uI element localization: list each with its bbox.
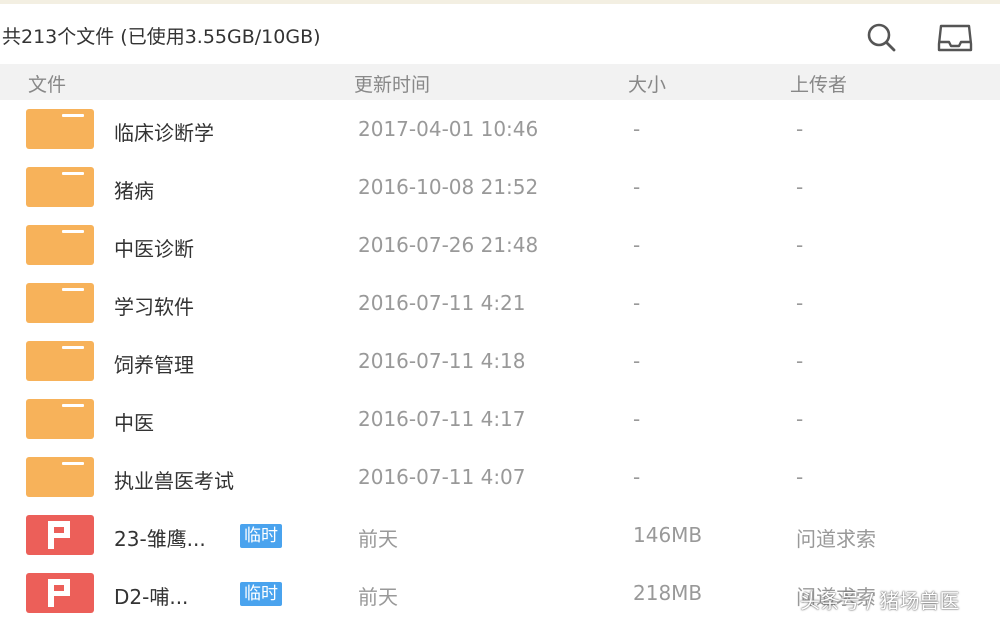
folder-icon: [26, 109, 94, 149]
file-size: -: [633, 291, 641, 315]
file-list-header: 共213个文件 (已使用3.55GB/10GB): [0, 4, 1000, 64]
file-row[interactable]: 执业兽医考试 2016-07-11 4:07 - -: [0, 448, 1000, 506]
file-uploader: -: [796, 291, 804, 315]
ppt-file-icon: [26, 573, 94, 613]
inbox-icon: [937, 24, 973, 52]
file-updated-time: 2016-07-11 4:17: [358, 407, 526, 431]
temporary-badge: 临时: [240, 582, 282, 606]
file-updated-time: 2016-07-11 4:21: [358, 291, 526, 315]
file-uploader: -: [796, 407, 804, 431]
column-header-row: 文件 更新时间 大小 上传者: [0, 64, 1000, 100]
file-name[interactable]: 23-雏鹰...: [114, 523, 206, 552]
file-name[interactable]: 饲养管理: [114, 349, 194, 378]
file-size: -: [633, 465, 641, 489]
file-updated-time: 2017-04-01 10:46: [358, 117, 539, 141]
file-size: -: [633, 117, 641, 141]
file-updated-time: 2016-10-08 21:52: [358, 175, 539, 199]
watermark: 头条号 / 猪场兽医: [800, 589, 960, 613]
file-row[interactable]: 中医 2016-07-11 4:17 - -: [0, 390, 1000, 448]
file-size: -: [633, 349, 641, 373]
search-icon: [867, 23, 896, 52]
file-uploader: -: [796, 175, 804, 199]
column-header-size[interactable]: 大小: [628, 70, 666, 97]
file-name[interactable]: 中医诊断: [114, 233, 194, 262]
file-row[interactable]: 临床诊断学 2017-04-01 10:46 - -: [0, 100, 1000, 158]
file-size: 218MB: [633, 581, 703, 605]
file-uploader: -: [796, 117, 804, 141]
file-row[interactable]: 饲养管理 2016-07-11 4:18 - -: [0, 332, 1000, 390]
file-name[interactable]: 猪病: [114, 175, 154, 204]
file-name[interactable]: 临床诊断学: [114, 117, 214, 146]
file-updated-time: 2016-07-11 4:18: [358, 349, 526, 373]
file-size: -: [633, 233, 641, 257]
file-uploader: -: [796, 349, 804, 373]
file-name[interactable]: 学习软件: [114, 291, 194, 320]
file-uploader: -: [796, 465, 804, 489]
file-name[interactable]: 执业兽医考试: [114, 465, 234, 494]
column-header-file[interactable]: 文件: [28, 70, 66, 97]
folder-icon: [26, 457, 94, 497]
folder-icon: [26, 341, 94, 381]
file-row[interactable]: 学习软件 2016-07-11 4:21 - -: [0, 274, 1000, 332]
folder-icon: [26, 399, 94, 439]
file-name[interactable]: 中医: [114, 407, 154, 436]
temporary-badge: 临时: [240, 524, 282, 548]
column-header-uploader[interactable]: 上传者: [790, 70, 847, 97]
file-name[interactable]: D2-哺...: [114, 581, 188, 610]
search-button[interactable]: [862, 18, 900, 56]
folder-icon: [26, 167, 94, 207]
column-header-updated[interactable]: 更新时间: [354, 70, 430, 97]
file-size: 146MB: [633, 523, 703, 547]
file-updated-time: 2016-07-26 21:48: [358, 233, 539, 257]
file-uploader: 问道求索: [796, 527, 876, 551]
inbox-button[interactable]: [936, 18, 974, 56]
file-list: 临床诊断学 2017-04-01 10:46 - - 猪病 2016-10-08…: [0, 100, 1000, 618]
file-updated-time: 2016-07-11 4:07: [358, 465, 526, 489]
folder-icon: [26, 283, 94, 323]
file-updated-time: 前天: [358, 527, 398, 551]
file-row[interactable]: 中医诊断 2016-07-26 21:48 - -: [0, 216, 1000, 274]
folder-icon: [26, 225, 94, 265]
file-updated-time: 前天: [358, 585, 398, 609]
ppt-file-icon: [26, 515, 94, 555]
file-size: -: [633, 175, 641, 199]
file-uploader: -: [796, 233, 804, 257]
file-row[interactable]: 猪病 2016-10-08 21:52 - -: [0, 158, 1000, 216]
file-row[interactable]: 23-雏鹰... 临时 前天 146MB 问道求索: [0, 506, 1000, 564]
file-size: -: [633, 407, 641, 431]
file-count-summary: 共213个文件 (已使用3.55GB/10GB): [2, 26, 321, 48]
